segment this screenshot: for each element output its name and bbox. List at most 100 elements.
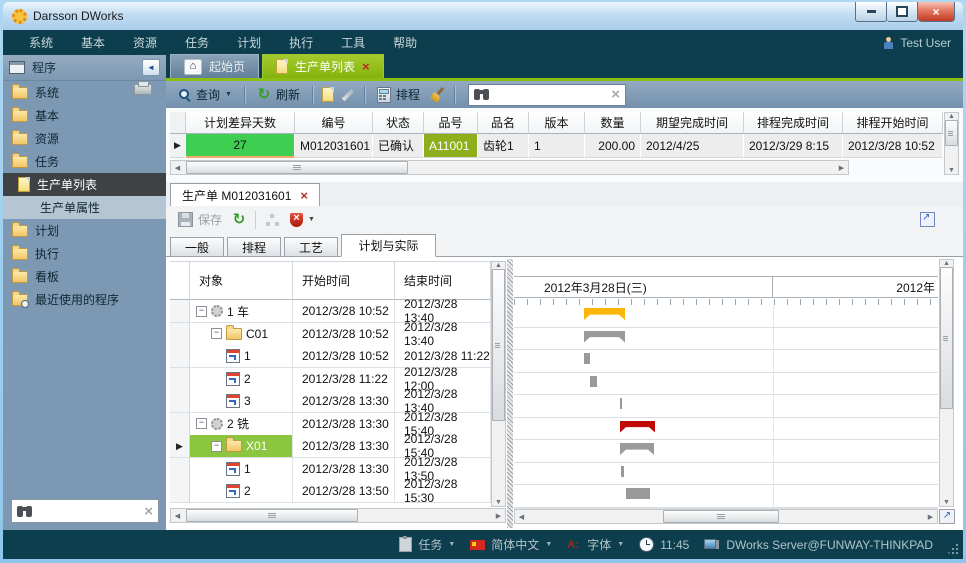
gantt-expand-button[interactable]: ↗ xyxy=(939,509,955,524)
query-button[interactable]: 查询 ▼ xyxy=(175,84,235,105)
refresh-icon[interactable]: ↻ xyxy=(232,213,246,226)
sidebar-item[interactable]: 基本 xyxy=(3,104,166,127)
column-header[interactable]: 计划差异天数 xyxy=(186,112,295,134)
clean-icon[interactable] xyxy=(430,87,445,102)
tree-object-cell[interactable]: −C01 xyxy=(190,323,293,346)
column-header[interactable]: 数量 xyxy=(585,112,641,134)
subtab[interactable]: 工艺 xyxy=(284,237,338,257)
open-in-window-icon[interactable] xyxy=(920,212,935,227)
tree-object-cell[interactable]: −X01 xyxy=(190,435,293,458)
scroll-thumb[interactable] xyxy=(940,267,953,409)
grid-cell[interactable]: 2012/3/28 10:52 xyxy=(843,134,943,158)
new-document-icon[interactable] xyxy=(322,87,334,102)
schedule-button[interactable]: 排程 xyxy=(374,84,423,105)
scroll-right-icon[interactable]: ▶ xyxy=(924,513,937,521)
chevron-down-icon[interactable]: ▼ xyxy=(308,216,315,223)
detail-tab[interactable]: 生产单 M012031601 × xyxy=(170,183,320,206)
tree-column-header[interactable]: 对象 xyxy=(190,261,293,300)
scroll-thumb[interactable] xyxy=(663,510,779,523)
sidebar-collapse-button[interactable]: ◄ xyxy=(142,59,160,76)
tree-vertical-scrollbar[interactable]: ▲ ▼ xyxy=(491,261,506,507)
scroll-left-icon[interactable]: ◀ xyxy=(515,513,528,521)
column-header[interactable]: 期望完成时间 xyxy=(641,112,744,134)
sidebar-search-input[interactable] xyxy=(37,503,139,519)
menu-item[interactable]: 计划 xyxy=(223,30,275,55)
scroll-down-icon[interactable]: ▼ xyxy=(492,499,505,506)
minimize-button[interactable] xyxy=(855,2,887,22)
tree-object-cell[interactable]: 2 xyxy=(190,368,293,391)
scroll-thumb[interactable] xyxy=(186,509,358,522)
tree-row[interactable]: −C012012/3/28 10:522012/3/28 13:40 xyxy=(170,323,491,346)
grid-cell[interactable]: A11001 xyxy=(424,134,478,158)
tree-column-header[interactable]: 结束时间 xyxy=(395,261,491,300)
scroll-thumb[interactable] xyxy=(492,269,505,421)
printer-icon[interactable] xyxy=(134,84,152,95)
status-item[interactable]: 简体中文▼ xyxy=(470,536,552,553)
scroll-thumb[interactable] xyxy=(945,120,958,146)
chevron-down-icon[interactable]: ▼ xyxy=(448,541,455,548)
subtab[interactable]: 一般 xyxy=(170,237,224,257)
resize-grip[interactable] xyxy=(948,544,958,554)
validate-button[interactable]: ▼ xyxy=(287,211,318,229)
status-item[interactable]: 任务▼ xyxy=(399,536,455,553)
title-bar[interactable]: Darsson DWorks × xyxy=(3,2,963,30)
tree-object-cell[interactable]: 2 xyxy=(190,480,293,503)
grid-cell[interactable]: 2012/4/25 xyxy=(641,134,744,158)
subtab[interactable]: 排程 xyxy=(227,237,281,257)
status-item[interactable]: 字体▼ xyxy=(567,536,624,553)
grid-cell[interactable]: 齿轮1 xyxy=(478,134,529,158)
menu-item[interactable]: 基本 xyxy=(67,30,119,55)
grid-cell[interactable]: 27 xyxy=(186,134,295,158)
tree-object-cell[interactable]: 1 xyxy=(190,458,293,481)
edit-icon[interactable] xyxy=(342,88,355,101)
scroll-down-icon[interactable]: ▼ xyxy=(945,167,958,174)
gantt-bar[interactable] xyxy=(590,376,597,387)
close-button[interactable]: × xyxy=(918,2,955,22)
scroll-left-icon[interactable]: ◀ xyxy=(171,164,184,172)
scroll-down-icon[interactable]: ▼ xyxy=(940,499,953,506)
tree-object-cell[interactable]: 1 xyxy=(190,345,293,368)
refresh-button[interactable]: ↻ 刷新 xyxy=(254,84,303,105)
restore-button[interactable] xyxy=(887,2,918,22)
clear-search-icon[interactable]: × xyxy=(611,87,620,102)
menu-item[interactable]: 任务 xyxy=(171,30,223,55)
gantt-bar[interactable] xyxy=(584,353,590,364)
user-menu[interactable]: Test User xyxy=(883,36,951,50)
chevron-down-icon[interactable]: ▼ xyxy=(617,541,624,548)
tree-column-header[interactable]: 开始时间 xyxy=(293,261,395,300)
grid-cell[interactable]: 已确认 xyxy=(373,134,424,158)
grid-cell[interactable]: 1 xyxy=(529,134,585,158)
tree-object-cell[interactable]: 3 xyxy=(190,390,293,413)
tree-object-cell[interactable]: −1 车 xyxy=(190,300,293,323)
menu-item[interactable]: 资源 xyxy=(119,30,171,55)
chevron-down-icon[interactable]: ▼ xyxy=(545,541,552,548)
sidebar-item[interactable]: 看板 xyxy=(3,265,166,288)
gantt-bar[interactable] xyxy=(621,466,624,477)
grid-cell[interactable]: M012031601 xyxy=(295,134,373,158)
column-header[interactable]: 品名 xyxy=(478,112,529,134)
clear-search-icon[interactable]: × xyxy=(144,504,153,519)
close-tab-icon[interactable]: × xyxy=(362,60,370,73)
hierarchy-icon[interactable] xyxy=(265,214,280,226)
tab[interactable]: 生产单列表× xyxy=(262,54,384,78)
grid-horizontal-scrollbar[interactable]: ◀ ▶ xyxy=(170,160,849,175)
column-header[interactable]: 排程完成时间 xyxy=(744,112,843,134)
scroll-right-icon[interactable]: ▶ xyxy=(492,512,505,520)
scroll-left-icon[interactable]: ◀ xyxy=(171,512,184,520)
sidebar-item[interactable]: 执行 xyxy=(3,242,166,265)
tree-object-cell[interactable]: −2 铣 xyxy=(190,413,293,436)
menu-item[interactable]: 工具 xyxy=(327,30,379,55)
tree-horizontal-scrollbar[interactable]: ◀ ▶ xyxy=(170,508,506,523)
collapse-icon[interactable]: − xyxy=(196,418,207,429)
gantt-vertical-scrollbar[interactable]: ▲ ▼ xyxy=(939,259,954,507)
collapse-icon[interactable]: − xyxy=(196,306,207,317)
splitter-handle[interactable] xyxy=(507,259,513,528)
collapse-icon[interactable]: − xyxy=(211,441,222,452)
save-button[interactable]: 保存 xyxy=(175,209,225,230)
grid-cell[interactable]: 2012/3/29 8:15 xyxy=(744,134,843,158)
menu-item[interactable]: 帮助 xyxy=(379,30,431,55)
gantt-bar[interactable] xyxy=(626,488,650,499)
grid-cell[interactable]: 200.00 xyxy=(585,134,641,158)
scroll-up-icon[interactable]: ▲ xyxy=(940,260,953,267)
gantt-bar[interactable] xyxy=(620,398,622,409)
